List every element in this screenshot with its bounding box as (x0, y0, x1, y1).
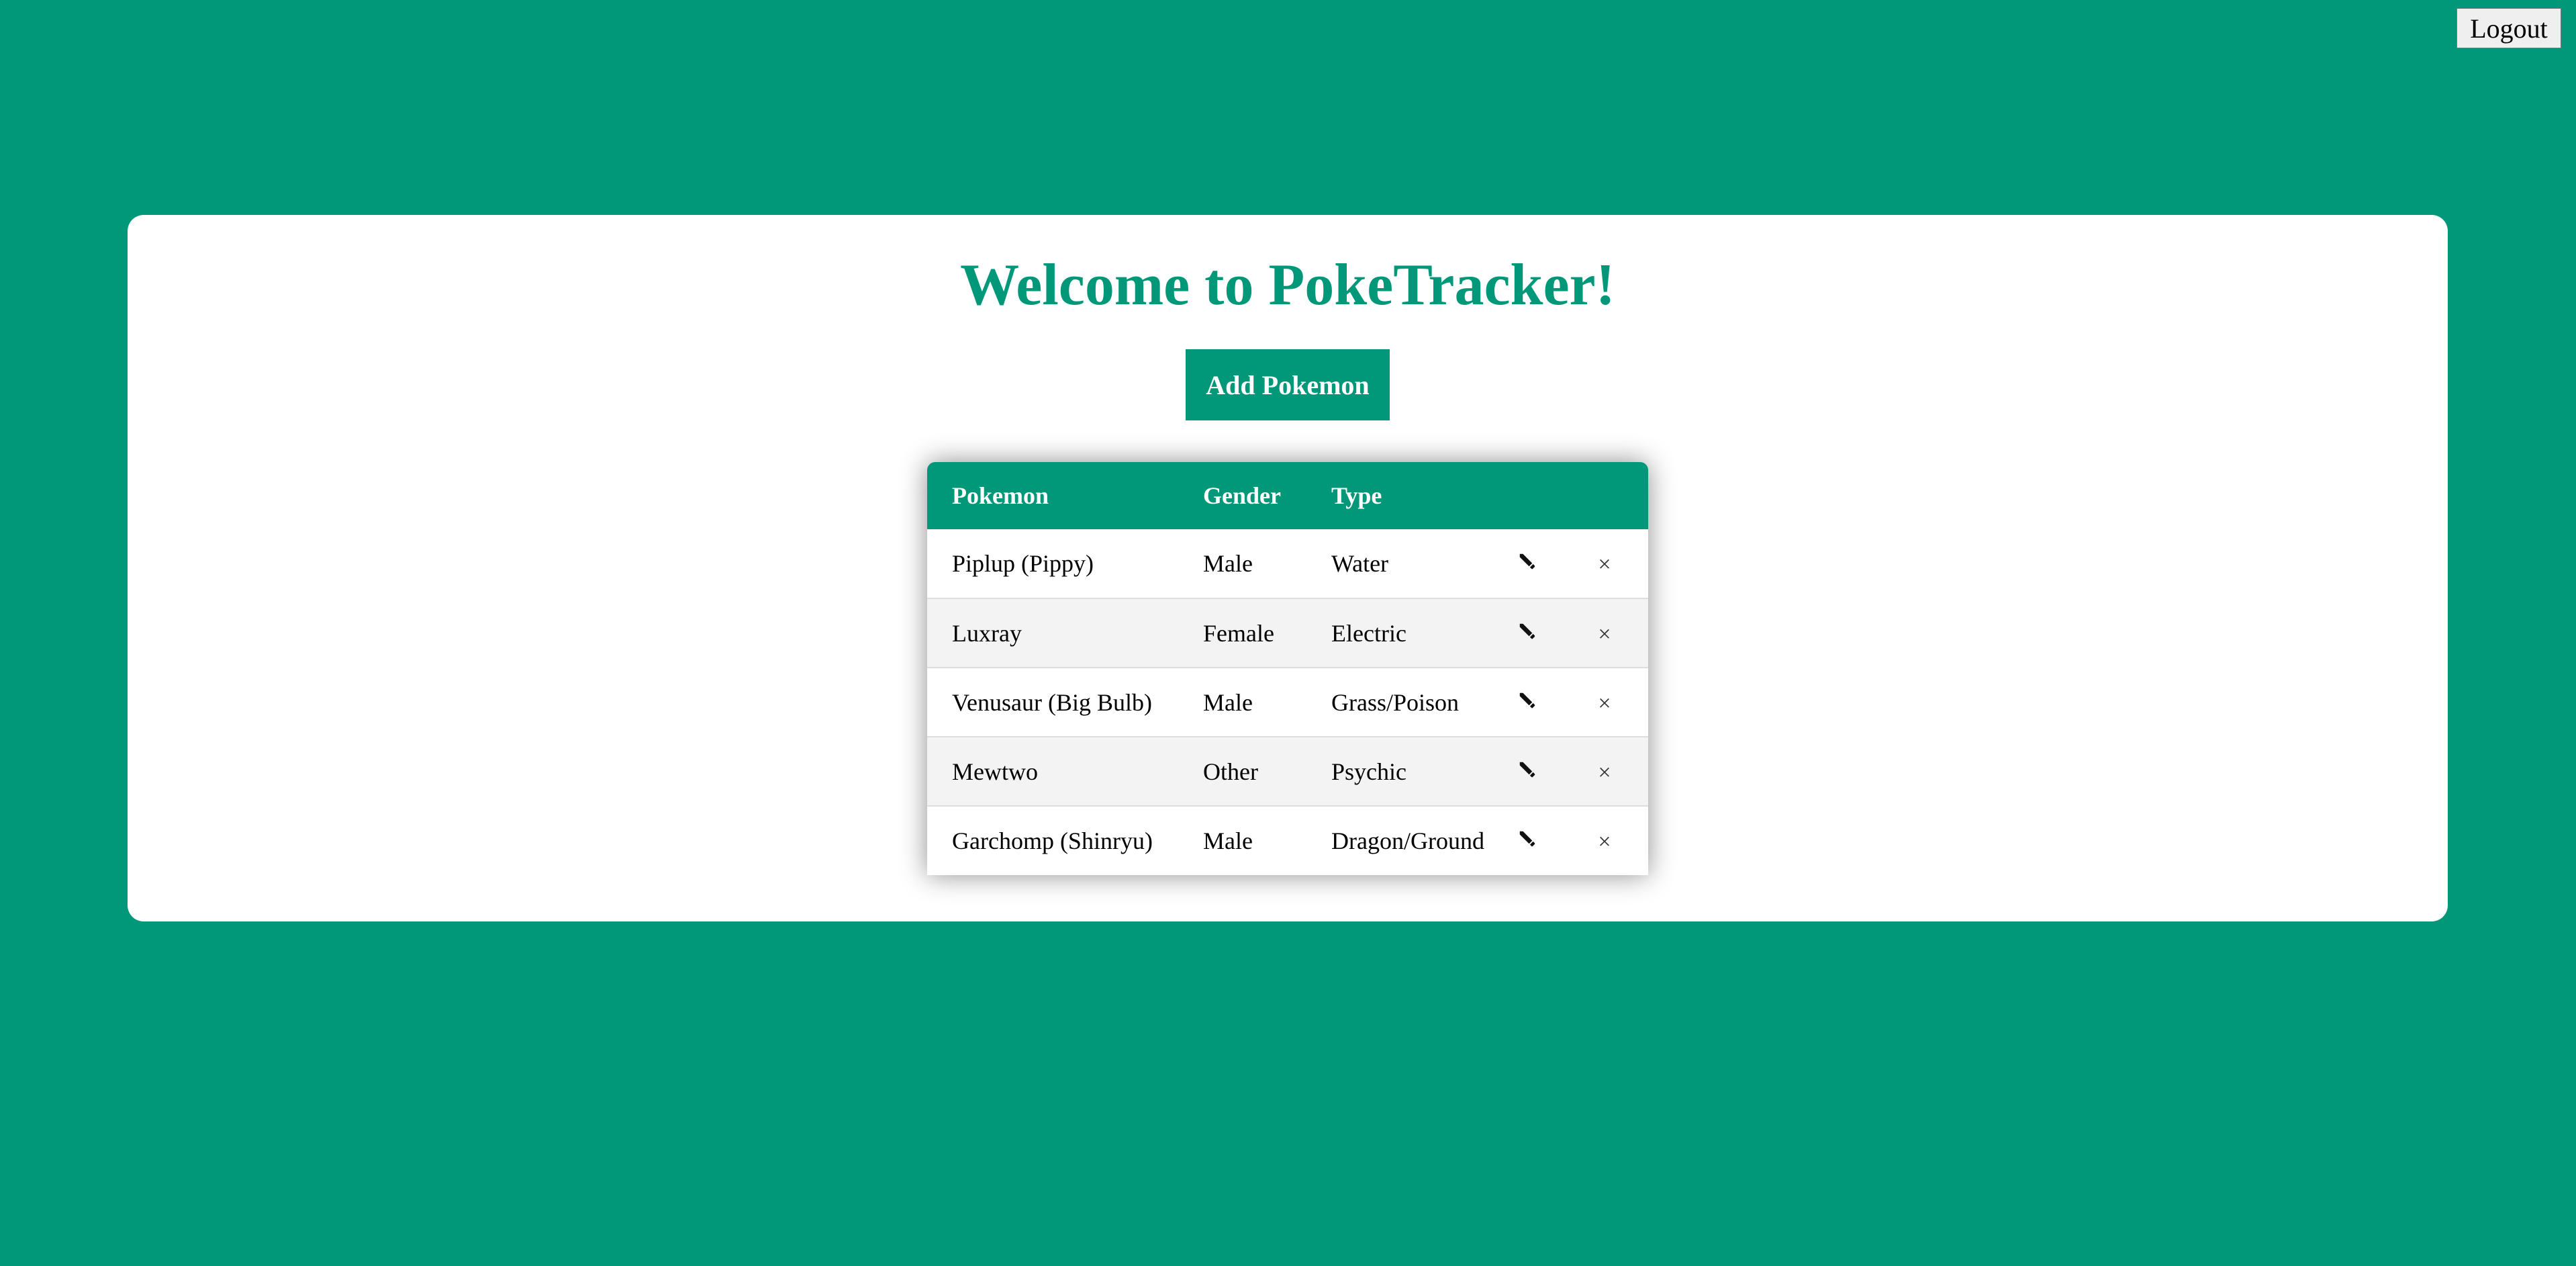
cell-gender: Male (1203, 550, 1253, 577)
cell-edit (1494, 529, 1561, 598)
cell-pokemon: Luxray (952, 619, 1022, 647)
table-header: Pokemon Gender Type (927, 462, 1648, 529)
cell-edit (1494, 737, 1561, 806)
close-icon[interactable]: × (1598, 691, 1611, 717)
column-header-pokemon: Pokemon (952, 482, 1049, 509)
cell-type: Water (1331, 550, 1389, 577)
cell-type: Grass/Poison (1331, 688, 1460, 716)
cell-type: Psychic (1331, 758, 1406, 785)
add-pokemon-button[interactable]: Add Pokemon (1186, 349, 1390, 420)
cell-type: Electric (1331, 619, 1406, 647)
column-header-gender: Gender (1203, 482, 1281, 509)
cell-edit (1494, 668, 1561, 737)
cell-pokemon: Garchomp (Shinryu) (952, 827, 1153, 854)
pencil-icon[interactable] (1517, 549, 1537, 578)
cell-delete: × (1561, 598, 1648, 668)
pencil-icon[interactable] (1517, 619, 1537, 647)
cell-edit (1494, 806, 1561, 875)
table-row: Luxray Female Electric × (927, 598, 1648, 668)
table-body: Piplup (Pippy) Male Water × Luxray Femal… (927, 529, 1648, 875)
pencil-icon[interactable] (1517, 827, 1537, 855)
cell-type: Dragon/Ground (1331, 827, 1484, 854)
pokemon-table-container: Pokemon Gender Type Piplup (Pippy) Male … (927, 462, 1648, 875)
pokemon-table: Pokemon Gender Type Piplup (Pippy) Male … (927, 462, 1648, 875)
close-icon[interactable]: × (1598, 829, 1611, 855)
cell-pokemon: Venusaur (Big Bulb) (952, 688, 1152, 716)
table-row: Piplup (Pippy) Male Water × (927, 529, 1648, 598)
cell-delete: × (1561, 806, 1648, 875)
main-card: Welcome to PokeTracker! Add Pokemon Poke… (128, 215, 2448, 921)
page-title: Welcome to PokeTracker! (960, 253, 1615, 318)
cell-edit (1494, 598, 1561, 668)
cell-delete: × (1561, 668, 1648, 737)
column-header-type: Type (1331, 482, 1382, 509)
cell-gender: Female (1203, 619, 1274, 647)
cell-delete: × (1561, 737, 1648, 806)
cell-delete: × (1561, 529, 1648, 598)
close-icon[interactable]: × (1598, 552, 1611, 578)
table-header-row: Pokemon Gender Type (927, 462, 1648, 529)
cell-gender: Other (1203, 758, 1258, 785)
cell-gender: Male (1203, 827, 1253, 854)
cell-pokemon: Piplup (Pippy) (952, 550, 1094, 577)
close-icon[interactable]: × (1598, 622, 1611, 647)
column-header-delete (1561, 462, 1648, 529)
table-row: Garchomp (Shinryu) Male Dragon/Ground × (927, 806, 1648, 875)
table-row: Venusaur (Big Bulb) Male Grass/Poison × (927, 668, 1648, 737)
cell-gender: Male (1203, 688, 1253, 716)
pencil-icon[interactable] (1517, 758, 1537, 786)
pencil-icon[interactable] (1517, 688, 1537, 717)
close-icon[interactable]: × (1598, 760, 1611, 786)
table-row: Mewtwo Other Psychic × (927, 737, 1648, 806)
cell-pokemon: Mewtwo (952, 758, 1038, 785)
logout-button[interactable]: Logout (2456, 8, 2561, 48)
column-header-edit (1494, 462, 1561, 529)
